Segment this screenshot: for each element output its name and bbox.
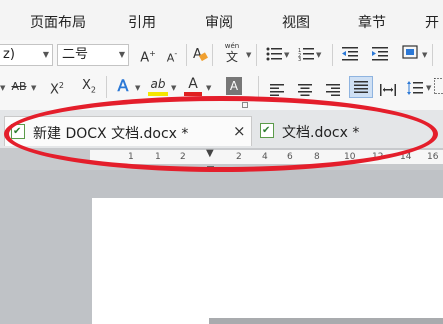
grow-font-sup: + [149,49,156,58]
align-center-icon[interactable] [298,81,312,100]
svg-text:3: 3 [298,57,301,61]
separator [432,44,433,66]
increase-indent-icon[interactable] [372,46,388,65]
font-name-value: z) [3,47,15,62]
highlight-label: ab [150,77,166,91]
grow-font-label: A [140,50,150,66]
decrease-indent-icon[interactable] [342,46,358,65]
chevron-down-icon: ▼ [118,50,125,59]
phonetic-top: wén [224,42,240,50]
phonetic-guide-button[interactable]: wén 文 [219,42,245,66]
border-icon[interactable] [433,77,443,98]
distributed-align-icon[interactable] [380,81,396,100]
separator [212,44,213,66]
chevron-down-icon[interactable]: ▼ [426,84,431,92]
align-right-icon[interactable] [326,81,340,100]
chevron-down-icon[interactable]: ▼ [171,84,176,92]
strikethrough-button[interactable]: AB [8,77,30,97]
shrink-font-button[interactable]: A- [162,44,182,68]
subscript-sub: 2 [90,85,96,95]
svg-text:A: A [193,47,202,62]
highlight-color-bar [148,92,168,96]
menu-review[interactable]: 审阅 [205,12,233,32]
subscript-button[interactable]: X2 [78,76,100,101]
menu-section[interactable]: 章节 [358,12,386,32]
chevron-down-icon[interactable]: ▼ [422,51,427,59]
line-spacing-icon[interactable] [407,80,423,99]
font-size-select[interactable]: 二号 ▼ [57,44,129,66]
chevron-down-icon[interactable]: ▼ [246,51,251,59]
clear-format-button[interactable]: A [192,45,208,63]
chevron-down-icon[interactable]: ▼ [284,51,289,59]
char-shading-button[interactable]: A [226,77,242,95]
align-justify-button[interactable] [349,76,373,98]
bullet-list-icon[interactable] [266,46,282,65]
numbered-list-icon[interactable]: 123 [298,46,314,65]
chevron-down-icon[interactable]: ▼ [135,84,140,92]
eraser-icon: A [193,47,208,62]
highlight-button[interactable]: ab [148,76,168,98]
watermark-text: 系统之家 [376,299,437,317]
phonetic-main: 文 [225,50,238,64]
separator [332,44,333,66]
menu-developer[interactable]: 开 [425,12,439,32]
chevron-down-icon[interactable]: ▼ [31,84,36,92]
font-color-button[interactable]: A [184,76,202,98]
red-circle-annotation [4,96,438,172]
chevron-down-icon[interactable]: ▼ [0,84,5,92]
separator [186,44,187,66]
separator [258,76,259,98]
text-effect-button[interactable]: A [114,76,132,96]
grow-font-button[interactable]: A+ [138,44,158,68]
chevron-down-icon[interactable]: ▼ [206,84,211,92]
superscript-button[interactable]: X2 [46,76,68,100]
shrink-font-sup: - [174,49,178,58]
chevron-down-icon: ▼ [42,50,49,59]
separator [256,44,257,66]
menu-references[interactable]: 引用 [128,12,156,32]
font-name-select[interactable]: z) ▼ [0,44,53,66]
page-bottom-edge [209,318,443,324]
chinese-layout-icon[interactable] [402,45,420,65]
font-color-label: A [188,76,198,92]
menu-bar: 页面布局 引用 审阅 视图 章节 开 [0,0,443,40]
superscript-sup: 2 [58,81,64,90]
menu-view[interactable]: 视图 [282,12,310,32]
subscript-label: X [82,78,91,93]
chevron-down-icon[interactable]: ▼ [316,51,321,59]
align-justify-icon [354,81,368,93]
ruler-tick: 16 [427,152,439,162]
separator [106,76,107,98]
menu-page-layout[interactable]: 页面布局 [30,12,86,32]
font-size-value: 二号 [62,47,89,62]
superscript-label: X [50,82,59,98]
